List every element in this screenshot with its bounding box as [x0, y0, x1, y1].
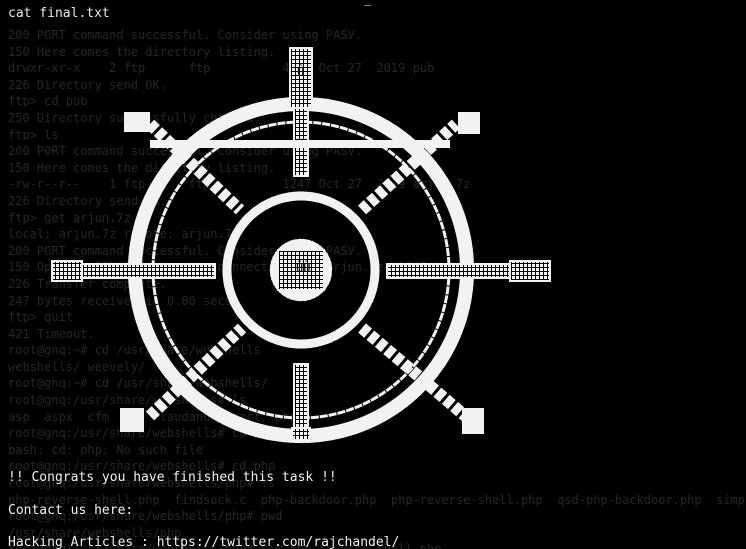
terminal-window[interactable]: — 200 PORT command successful. Consider … [0, 0, 746, 549]
congrats-message: !! Congrats you have finished this task … [8, 470, 337, 485]
svg-text:ÛÛ: ÛÛ [296, 260, 310, 275]
svg-text:Û: Û [297, 64, 304, 79]
hacking-articles-link[interactable]: Hacking Articles : https://twitter.com/r… [8, 535, 399, 549]
contact-heading: Contact us here: [8, 503, 134, 518]
ship-wheel-art: ÛÛ Û [51, 47, 551, 443]
